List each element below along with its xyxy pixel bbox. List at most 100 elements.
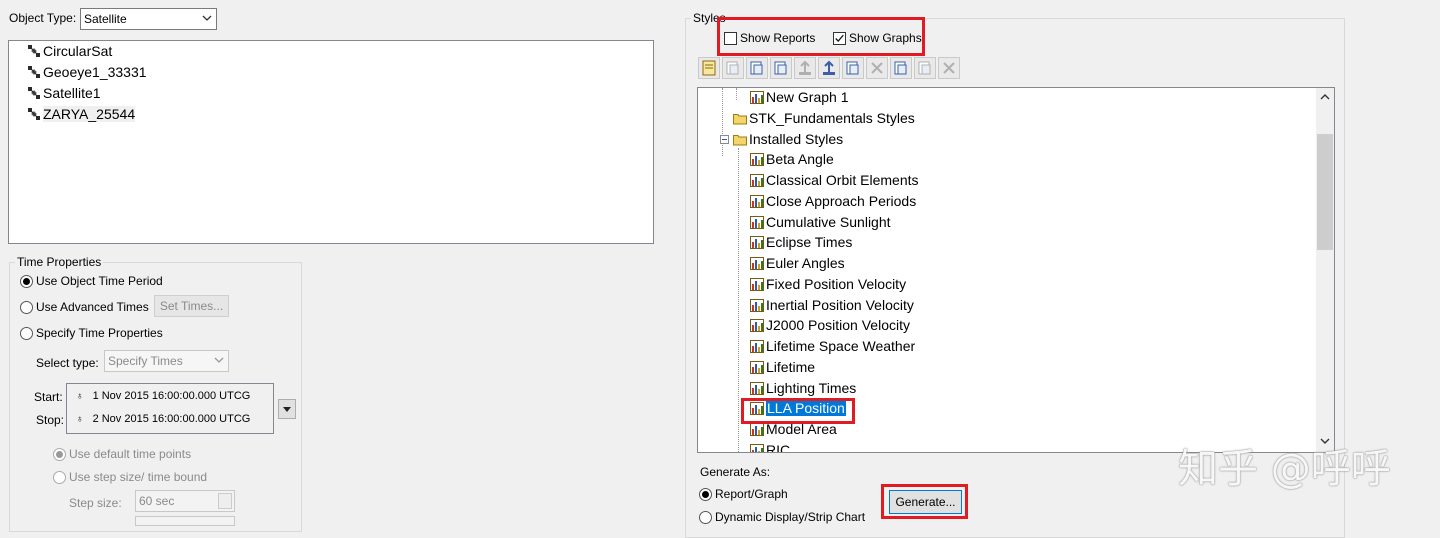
start-time-value: 1 Nov 2015 16:00:00.000 UTCG bbox=[92, 390, 251, 402]
report-graph-option[interactable]: Report/Graph bbox=[699, 487, 788, 501]
scroll-thumb[interactable] bbox=[1317, 134, 1333, 250]
generate-as-label: Generate As: bbox=[700, 465, 771, 479]
stop-time-value: 2 Nov 2015 16:00:00.000 UTCG bbox=[92, 413, 251, 425]
satellite-list-item[interactable]: Geoeye1_33331 bbox=[27, 64, 147, 84]
radio-unselected[interactable] bbox=[699, 511, 712, 524]
satellite-list-item[interactable]: CircularSat bbox=[27, 43, 112, 63]
object-type-value: Satellite bbox=[84, 12, 127, 26]
graph-style-icon bbox=[750, 174, 764, 187]
time-bound-field[interactable] bbox=[135, 516, 235, 526]
tree-item-graph-style[interactable]: Close Approach Periods bbox=[750, 193, 916, 214]
specify-time-properties-option[interactable]: Specify Time Properties bbox=[20, 326, 163, 340]
graph-style-icon bbox=[750, 194, 764, 208]
new-folder-button[interactable] bbox=[722, 57, 744, 79]
radio-selected[interactable] bbox=[53, 448, 66, 461]
tree-scrollbar[interactable] bbox=[1316, 88, 1334, 452]
clock-icon: ♁ bbox=[76, 391, 84, 402]
satellite-name: CircularSat bbox=[43, 43, 113, 59]
use-step-size-label: Use step size/ time bound bbox=[69, 470, 208, 484]
tree-item-graph-style[interactable]: Fixed Position Velocity bbox=[750, 276, 906, 297]
use-step-size-option[interactable]: Use step size/ time bound bbox=[53, 470, 207, 484]
stop-time-field[interactable]: ♁ 2 Nov 2015 16:00:00.000 UTCG bbox=[76, 413, 250, 425]
tree-item-graph-style[interactable]: Lifetime bbox=[750, 359, 815, 380]
tree-item-folder[interactable]: STK_Fundamentals Styles bbox=[733, 110, 915, 131]
tree-item-graph-style[interactable]: Inertial Position Velocity bbox=[750, 297, 914, 318]
paste-icon bbox=[918, 61, 931, 75]
step-size-value: 60 sec bbox=[139, 494, 175, 508]
graph-style-icon bbox=[750, 91, 764, 104]
radio-unselected[interactable] bbox=[53, 471, 66, 484]
collapse-icon[interactable] bbox=[720, 134, 729, 144]
tree-item-label: Installed Styles bbox=[749, 130, 844, 147]
use-advanced-times-label: Use Advanced Times bbox=[36, 300, 149, 314]
time-dropdown-button[interactable] bbox=[278, 399, 296, 419]
tree-item-graph-style[interactable]: Euler Angles bbox=[750, 255, 845, 276]
use-advanced-times-option[interactable]: Use Advanced Times bbox=[20, 300, 149, 314]
dynamic-display-option[interactable]: Dynamic Display/Strip Chart bbox=[699, 510, 865, 524]
cut-button[interactable] bbox=[866, 57, 888, 79]
tree-item-graph-style[interactable]: Beta Angle bbox=[750, 151, 834, 172]
tree-item-label: Classical Orbit Elements bbox=[766, 172, 919, 188]
new-style-button[interactable] bbox=[698, 57, 720, 79]
use-default-time-points-option[interactable]: Use default time points bbox=[53, 447, 191, 461]
unit-selector-icon[interactable] bbox=[218, 493, 232, 509]
radio-unselected[interactable] bbox=[20, 301, 33, 314]
select-type-dropdown[interactable]: Specify Times bbox=[104, 350, 229, 372]
delete-icon bbox=[943, 62, 955, 74]
graph-style-icon bbox=[750, 298, 764, 312]
tree-item-graph-style[interactable]: Cumulative Sunlight bbox=[750, 214, 891, 235]
tree-item-label: Inertial Position Velocity bbox=[766, 296, 914, 313]
chevron-down-icon bbox=[202, 15, 212, 21]
graph-style-icon bbox=[750, 153, 764, 167]
radio-selected[interactable] bbox=[20, 275, 33, 288]
graph-style-icon bbox=[750, 360, 764, 374]
delete-button[interactable] bbox=[938, 57, 960, 79]
import-button[interactable] bbox=[794, 57, 816, 79]
tree-item-folder[interactable]: Installed Styles bbox=[720, 130, 844, 152]
select-type-label: Select type: bbox=[36, 356, 99, 370]
satellite-icon bbox=[28, 66, 40, 78]
tree-item-graph-style[interactable]: Eclipse Times bbox=[750, 234, 852, 255]
use-object-time-period-label: Use Object Time Period bbox=[36, 274, 163, 288]
satellite-list-item[interactable]: Satellite1 bbox=[27, 85, 101, 105]
satellite-name: ZARYA_25544 bbox=[43, 106, 136, 122]
tree-item-label: Euler Angles bbox=[766, 255, 845, 271]
use-object-time-period-option[interactable]: Use Object Time Period bbox=[20, 274, 163, 288]
scroll-up-icon[interactable] bbox=[1320, 92, 1330, 102]
tree-item-label: Lifetime Space Weather bbox=[766, 338, 916, 354]
edit-graph-button[interactable] bbox=[770, 57, 792, 79]
dynamic-display-label: Dynamic Display/Strip Chart bbox=[715, 510, 866, 524]
tree-item-graph-style[interactable]: Classical Orbit Elements bbox=[750, 172, 919, 193]
object-type-dropdown[interactable]: Satellite bbox=[80, 8, 217, 30]
start-time-field[interactable]: ♁ 1 Nov 2015 16:00:00.000 UTCG bbox=[76, 390, 250, 402]
properties-button[interactable] bbox=[746, 57, 768, 79]
set-times-button[interactable]: Set Times... bbox=[154, 295, 229, 317]
step-size-field[interactable]: 60 sec bbox=[135, 490, 235, 512]
object-list[interactable]: CircularSat Geoeye1_33331 Satellite1 ZARYA_… bbox=[8, 40, 654, 244]
tree-item-graph-style[interactable]: J2000 Position Velocity bbox=[750, 317, 910, 338]
tree-item-label: Beta Angle bbox=[766, 151, 834, 168]
duplicate-icon bbox=[846, 61, 859, 75]
copy-button[interactable] bbox=[890, 57, 912, 79]
tree-item-graph-style[interactable]: Model Area bbox=[750, 421, 837, 442]
tree-item-graph-style[interactable]: RIC bbox=[750, 442, 790, 452]
paste-button[interactable] bbox=[914, 57, 936, 79]
folder-icon bbox=[733, 134, 747, 145]
radio-selected[interactable] bbox=[699, 488, 712, 501]
new-style-icon bbox=[702, 60, 716, 76]
copy-icon bbox=[894, 61, 907, 75]
tree-item-label: J2000 Position Velocity bbox=[766, 317, 910, 334]
tree-item-label: Cumulative Sunlight bbox=[766, 213, 891, 230]
tree-item-graph-style[interactable]: Lifetime Space Weather bbox=[750, 338, 915, 359]
tree-item-graph-style[interactable]: New Graph 1 bbox=[750, 89, 848, 110]
caret-down-icon bbox=[283, 407, 291, 412]
graph-style-icon bbox=[750, 215, 764, 229]
tree-item-label: STK_Fundamentals Styles bbox=[749, 109, 915, 126]
satellite-name: Geoeye1_33331 bbox=[43, 64, 147, 80]
edit-graph-icon bbox=[774, 61, 787, 75]
duplicate-button[interactable] bbox=[842, 57, 864, 79]
chevron-down-icon bbox=[214, 357, 224, 363]
radio-unselected[interactable] bbox=[20, 327, 33, 340]
export-button[interactable] bbox=[818, 57, 840, 79]
satellite-list-item[interactable]: ZARYA_25544 bbox=[27, 106, 136, 126]
